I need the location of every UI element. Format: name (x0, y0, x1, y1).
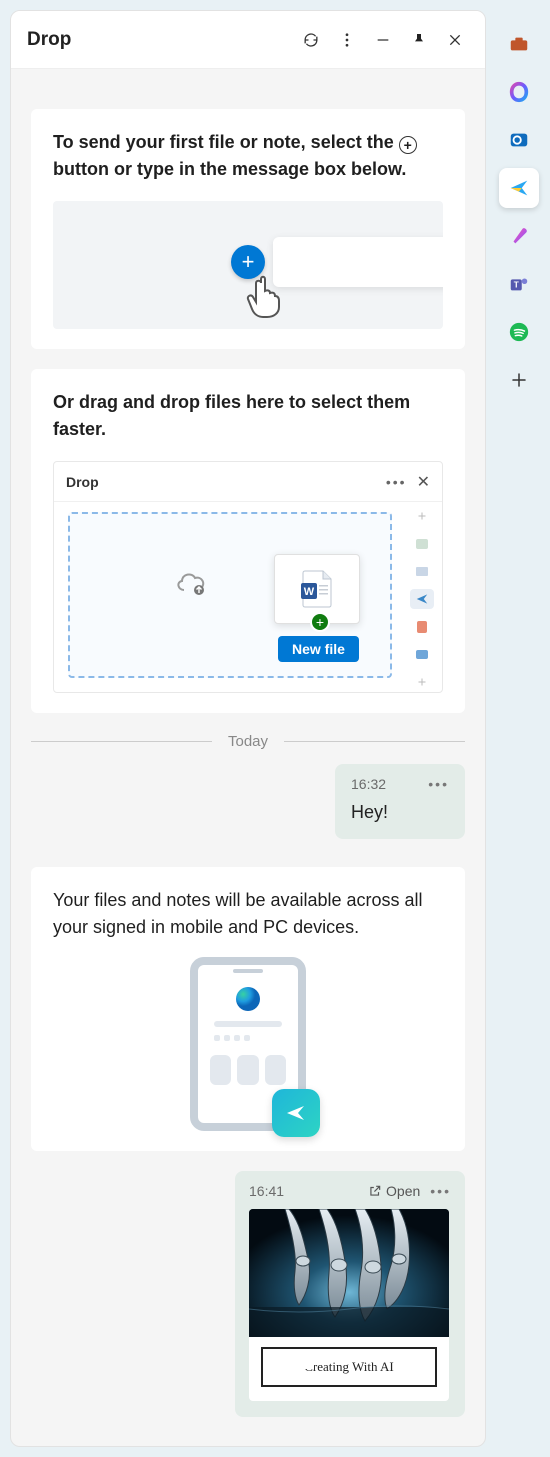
message-more-button[interactable]: ••• (428, 776, 449, 792)
illus-rail-box-icon (410, 534, 434, 554)
attachment-row: 16:41 Open ••• (31, 1171, 465, 1417)
illus-mini-rail (402, 502, 442, 692)
illustration-devices (53, 957, 443, 1131)
illus-panel-header: Drop ••• ✕ (54, 462, 442, 502)
pin-button[interactable] (401, 22, 437, 58)
illus-file-add-badge-icon: + (310, 612, 330, 632)
attachment-image (249, 1209, 449, 1337)
message-bubble[interactable]: 16:32 ••• Hey! (335, 764, 465, 839)
close-button[interactable] (437, 22, 473, 58)
word-file-icon: W (299, 569, 335, 609)
svg-text:T: T (514, 281, 519, 290)
rail-add-icon[interactable] (499, 360, 539, 400)
illus-rail-send-icon (410, 589, 434, 609)
sync-button[interactable] (293, 22, 329, 58)
panel-header: Drop (11, 11, 485, 69)
rail-spotify-icon[interactable] (499, 312, 539, 352)
attachment-open-label: Open (386, 1183, 420, 1199)
message-text: Hey! (351, 802, 449, 823)
message-row: 16:32 ••• Hey! (31, 764, 465, 839)
attachment-thumbnail[interactable]: Creating With AI (249, 1209, 449, 1401)
attachment-more-button[interactable]: ••• (430, 1183, 451, 1199)
date-divider: Today (31, 733, 465, 750)
onboarding-text-2: Or drag and drop files here to select th… (53, 389, 443, 443)
intro1-part-a: To send your first file or note, select … (53, 132, 394, 152)
attachment-open-button[interactable]: Open (368, 1183, 420, 1199)
illus-rail-plus-icon (410, 506, 434, 526)
illustration-compose: + (53, 201, 443, 329)
illus-close-icon: ✕ (417, 472, 430, 492)
onboarding-text-3: Your files and notes will be available a… (53, 887, 443, 941)
illus-more-icon: ••• (386, 474, 407, 490)
illustration-drag-drop: Drop ••• ✕ W + (53, 461, 443, 693)
rail-designer-icon[interactable] (499, 216, 539, 256)
drop-app-badge-icon (272, 1089, 320, 1137)
illus-rail-folder-icon (410, 561, 434, 581)
rail-teams-icon[interactable]: T (499, 264, 539, 304)
illus-rail-office-icon (410, 617, 434, 637)
message-time: 16:32 (351, 776, 386, 792)
pointer-hand-icon (243, 273, 287, 319)
minimize-button[interactable] (365, 22, 401, 58)
illus-rail-mail-icon (410, 645, 434, 665)
illus-input-box (273, 237, 443, 287)
edge-logo-icon (234, 985, 262, 1013)
onboarding-card-send: To send your first file or note, select … (31, 109, 465, 349)
onboarding-card-devices: Your files and notes will be available a… (31, 867, 465, 1151)
edge-sidebar-rail: T (488, 0, 550, 1457)
rail-briefcase-icon[interactable] (499, 24, 539, 64)
attachment-time: 16:41 (249, 1183, 368, 1199)
illus-rail-add-icon (410, 672, 434, 692)
date-divider-label: Today (212, 733, 284, 750)
rail-microsoft365-icon[interactable] (499, 72, 539, 112)
attachment-caption: Creating With AI (261, 1347, 437, 1387)
panel-title: Drop (27, 29, 293, 51)
illus-panel-title: Drop (66, 474, 386, 490)
attachment-bubble[interactable]: 16:41 Open ••• (235, 1171, 465, 1417)
rail-outlook-icon[interactable] (499, 120, 539, 160)
panel-content: To send your first file or note, select … (11, 69, 485, 1446)
plus-inline-icon: + (399, 136, 417, 154)
onboarding-text-1: To send your first file or note, select … (53, 129, 443, 183)
cloud-upload-icon (174, 568, 210, 598)
rail-drop-icon[interactable] (499, 168, 539, 208)
open-external-icon (368, 1184, 382, 1198)
intro1-part-b: button or type in the message box below. (53, 159, 406, 179)
onboarding-card-drag: Or drag and drop files here to select th… (31, 369, 465, 713)
illus-new-file-label: New file (278, 636, 359, 662)
more-options-button[interactable] (329, 22, 365, 58)
svg-text:W: W (304, 586, 315, 598)
drop-panel: Drop To send your first file or note, se… (10, 10, 486, 1447)
